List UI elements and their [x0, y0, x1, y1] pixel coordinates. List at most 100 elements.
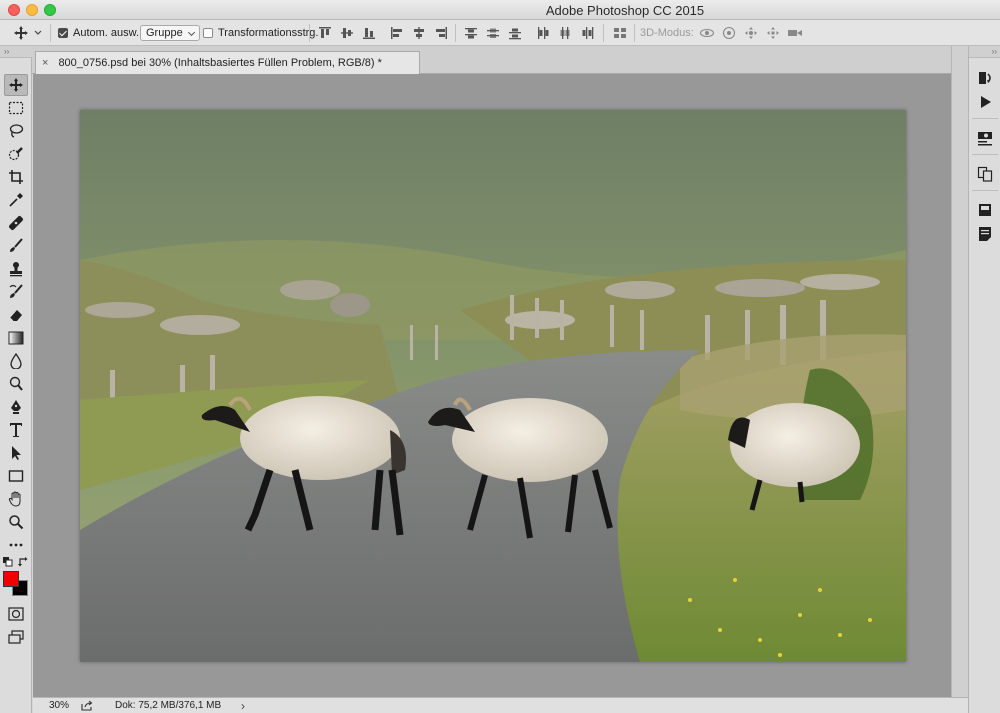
quick-mask-icon	[8, 607, 24, 621]
chevron-down-icon	[34, 27, 42, 39]
transform-controls-checkbox[interactable]	[203, 28, 213, 38]
document-size-info: Dok: 75,2 MB/376,1 MB	[115, 700, 222, 711]
align-left-icon[interactable]	[386, 20, 408, 46]
tool-eyedropper[interactable]	[4, 189, 28, 211]
distribute-vertical-center-icon[interactable]	[482, 20, 504, 46]
quick-selection-icon	[8, 147, 23, 161]
status-info-menu-arrow[interactable]: ›	[241, 699, 245, 713]
tools-panel: ››	[0, 46, 32, 713]
lasso-icon	[9, 124, 24, 138]
actions-panel-button[interactable]	[975, 92, 995, 112]
tool-dodge[interactable]	[4, 373, 28, 395]
crop-icon	[9, 170, 23, 184]
move-tool-icon	[10, 20, 32, 46]
tool-eraser[interactable]	[4, 304, 28, 326]
slide-3d-icon[interactable]	[762, 20, 784, 46]
share-icon[interactable]	[81, 700, 115, 711]
tool-blur[interactable]	[4, 350, 28, 372]
healing-brush-icon	[9, 216, 23, 230]
tool-brush[interactable]	[4, 235, 28, 257]
history-panel-button[interactable]	[975, 68, 995, 88]
history-brush-icon	[9, 284, 23, 298]
document-tab-bar: × 800_0756.psd bei 30% (Inhaltsbasiertes…	[32, 46, 968, 74]
libraries-icon	[977, 166, 993, 182]
auto-align-layers-icon[interactable]	[609, 20, 631, 46]
pen-icon	[11, 400, 21, 414]
transform-controls-label: Transformationsstrg.	[218, 27, 319, 39]
type-icon	[10, 423, 22, 437]
auto-select-mode-dropdown[interactable]: Gruppe	[140, 25, 200, 41]
document-tab[interactable]: × 800_0756.psd bei 30% (Inhaltsbasiertes…	[35, 51, 420, 74]
move-tool-icon	[9, 78, 23, 92]
camera-3d-icon[interactable]	[784, 20, 806, 46]
distribute-left-icon[interactable]	[532, 20, 554, 46]
move-tool-preset-picker[interactable]	[10, 20, 42, 46]
path-selection-icon	[12, 446, 21, 460]
align-bottom-icon[interactable]	[358, 20, 380, 46]
tool-lasso[interactable]	[4, 120, 28, 142]
distribute-top-icon[interactable]	[460, 20, 482, 46]
align-right-icon[interactable]	[430, 20, 452, 46]
transform-controls-toggle[interactable]: Transformationsstrg.	[203, 20, 318, 46]
dodge-icon	[9, 376, 23, 391]
canvas-area[interactable]	[33, 74, 951, 697]
screen-mode-toggle[interactable]	[4, 626, 28, 648]
swap-colors-icon[interactable]	[18, 557, 28, 567]
distribute-horizontal-center-icon[interactable]	[554, 20, 576, 46]
tool-hand[interactable]	[4, 488, 28, 510]
screen-mode-icon	[8, 630, 24, 644]
tool-more[interactable]	[4, 534, 28, 556]
actions-play-icon	[981, 96, 991, 108]
distribute-right-icon[interactable]	[576, 20, 598, 46]
tools-panel-collapse[interactable]: ››	[0, 46, 32, 58]
panel-dock-expand[interactable]: ››	[969, 46, 1000, 58]
foreground-color-swatch[interactable]	[3, 571, 19, 587]
tool-healing-brush[interactable]	[4, 212, 28, 234]
app-title: Adobe Photoshop CC 2015	[545, 3, 705, 18]
tool-zoom[interactable]	[4, 511, 28, 533]
orbit-3d-icon[interactable]	[696, 20, 718, 46]
rectangle-icon	[8, 470, 24, 482]
libraries-panel-button[interactable]	[975, 164, 995, 184]
pan-3d-icon[interactable]	[740, 20, 762, 46]
document-canvas-image[interactable]	[80, 110, 906, 662]
close-icon[interactable]: ×	[42, 57, 48, 69]
notes-panel-button[interactable]	[975, 224, 995, 244]
tool-crop[interactable]	[4, 166, 28, 188]
tool-rectangular-marquee[interactable]	[4, 97, 28, 119]
auto-select-toggle[interactable]: Autom. ausw.:	[58, 20, 142, 46]
gradient-icon	[8, 331, 24, 345]
tool-rectangle[interactable]	[4, 465, 28, 487]
layers-panel-button[interactable]	[975, 200, 995, 220]
roll-3d-icon[interactable]	[718, 20, 740, 46]
tool-type[interactable]	[4, 419, 28, 441]
tool-quick-selection[interactable]	[4, 143, 28, 165]
tool-gradient[interactable]	[4, 327, 28, 349]
window-titlebar: Adobe Photoshop CC 2015	[0, 0, 1000, 20]
mode-3d-label: 3D-Modus:	[640, 27, 694, 39]
tool-pen[interactable]	[4, 396, 28, 418]
hand-icon	[8, 491, 21, 507]
tool-move[interactable]	[4, 74, 28, 96]
eyedropper-icon	[9, 193, 23, 207]
distribute-bottom-icon[interactable]	[504, 20, 526, 46]
notes-icon	[979, 227, 991, 241]
align-vertical-center-icon[interactable]	[336, 20, 358, 46]
tool-clone-stamp[interactable]	[4, 258, 28, 280]
brush-icon	[10, 238, 23, 252]
align-horizontal-center-icon[interactable]	[408, 20, 430, 46]
zoom-level-field[interactable]: 30%	[33, 700, 81, 711]
align-top-icon[interactable]	[314, 20, 336, 46]
clone-stamp-icon	[10, 262, 22, 277]
tool-history-brush[interactable]	[4, 281, 28, 303]
auto-select-checkbox[interactable]	[58, 28, 68, 38]
default-colors-icon[interactable]	[3, 557, 13, 567]
status-bar: 30% Dok: 75,2 MB/376,1 MB ›	[33, 697, 968, 713]
tool-path-selection[interactable]	[4, 442, 28, 464]
zoom-icon	[9, 515, 24, 530]
history-icon	[979, 72, 991, 84]
canvas-scroll-strip[interactable]	[951, 46, 968, 697]
auto-select-mode-value: Gruppe	[146, 27, 183, 39]
quick-mask-toggle[interactable]	[4, 603, 28, 625]
properties-panel-button[interactable]	[975, 128, 995, 148]
